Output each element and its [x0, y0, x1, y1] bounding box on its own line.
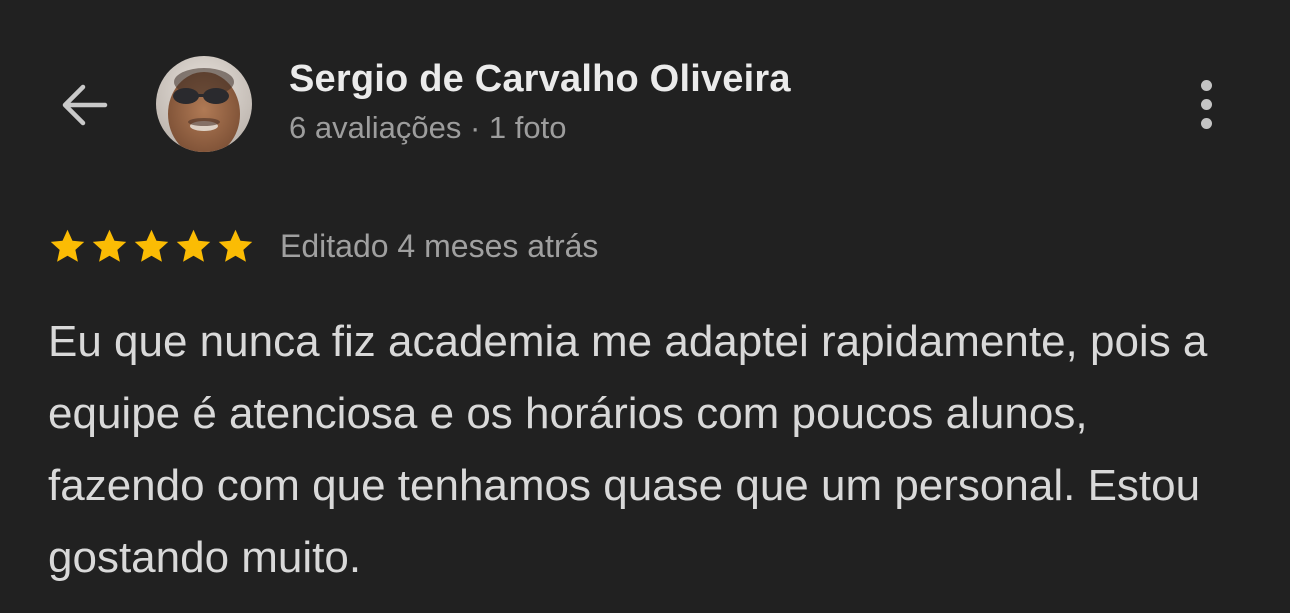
rating-row: Editado 4 meses atrás: [47, 224, 598, 268]
reviewer-name[interactable]: Sergio de Carvalho Oliveira: [289, 58, 791, 101]
arrow-left-icon: [62, 84, 108, 126]
avatar[interactable]: [156, 56, 252, 152]
avatar-photo: [156, 56, 252, 152]
reviewer-meta: 6 avaliações · 1 foto: [289, 110, 567, 145]
star-icon: [134, 229, 169, 262]
more-vert-icon: [1200, 79, 1212, 91]
more-vert-icon-dot: [1200, 98, 1212, 110]
more-vert-icon-dot: [1200, 117, 1212, 129]
star-rating: [47, 226, 256, 267]
reviewer-header: Sergio de Carvalho Oliveira 6 avaliações…: [0, 0, 1290, 200]
review-screen: Sergio de Carvalho Oliveira 6 avaliações…: [0, 0, 1290, 613]
back-button[interactable]: [50, 74, 116, 136]
more-options-button[interactable]: [1180, 72, 1232, 136]
star-icon: [176, 229, 211, 262]
review-text: Eu que nunca fiz academia me adaptei rap…: [48, 317, 1208, 582]
star-icon: [92, 229, 127, 262]
star-icon: [218, 229, 253, 262]
star-icon: [50, 229, 85, 262]
edited-timestamp: Editado 4 meses atrás: [280, 227, 599, 264]
